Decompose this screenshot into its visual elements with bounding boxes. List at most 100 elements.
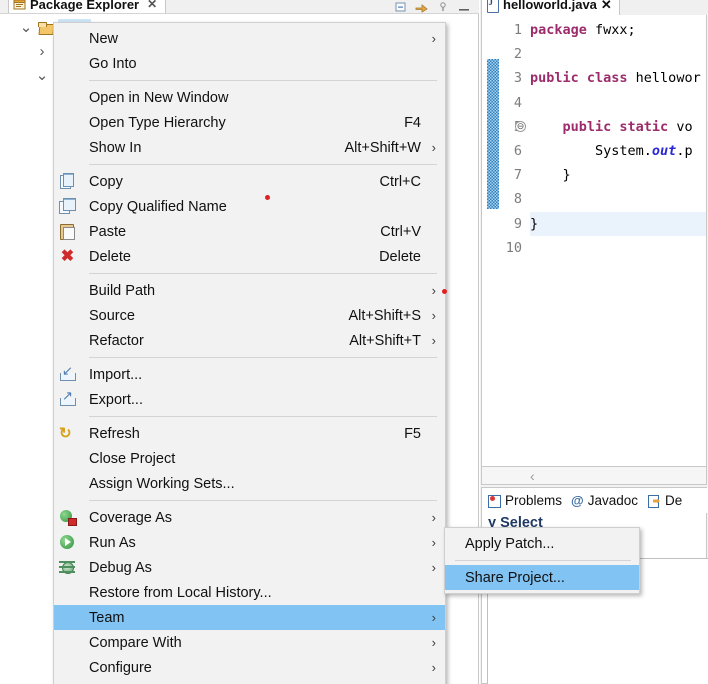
menu-item-close-project[interactable]: Close Project <box>54 446 445 471</box>
menu-item-label: Delete <box>89 248 131 265</box>
code-line[interactable]: public static vo <box>530 115 706 139</box>
code-line[interactable]: } <box>530 211 706 236</box>
context-menu[interactable]: New › Go Into Open in New Window Open Type H… <box>53 22 446 684</box>
chevron-down-icon[interactable] <box>34 67 50 83</box>
tab-problems[interactable]: Problems <box>487 493 562 508</box>
chevron-right-icon[interactable] <box>34 43 50 59</box>
chevron-right-icon: › <box>431 635 436 650</box>
menu-item-open-type-hierarchy[interactable]: Open Type Hierarchy F4 <box>54 110 445 135</box>
close-icon[interactable]: ✕ <box>601 0 612 13</box>
tab-javadoc[interactable]: @ Javadoc <box>571 493 638 508</box>
delete-icon <box>59 248 76 265</box>
view-menu-icon[interactable] <box>436 0 450 13</box>
menu-item-assign-working-sets[interactable]: Assign Working Sets... <box>54 471 445 496</box>
chevron-right-icon: › <box>431 140 436 155</box>
menu-item-label: Import... <box>89 366 143 383</box>
line-number: 1 <box>513 22 522 38</box>
code-line[interactable] <box>530 236 706 260</box>
code-text[interactable]: package fwxx; public class hellowor publ… <box>530 18 706 260</box>
menu-item-configure[interactable]: Configure › <box>54 655 445 680</box>
line-number: 9 <box>513 215 522 232</box>
scroll-left-icon[interactable]: ‹ <box>530 468 535 484</box>
cursor-dot <box>265 195 270 200</box>
code-line[interactable] <box>530 42 706 66</box>
chevron-down-icon[interactable] <box>18 19 34 35</box>
line-number: 7 <box>513 167 522 184</box>
menu-item-shortcut: Alt+Shift+S <box>348 307 421 324</box>
collapse-all-icon[interactable] <box>394 0 408 13</box>
menu-item-label: Paste <box>89 223 127 240</box>
menu-item-copy[interactable]: Copy Ctrl+C <box>54 169 445 194</box>
code-line[interactable] <box>530 91 706 115</box>
code-line[interactable]: } <box>530 163 706 187</box>
menu-item-label: Show In <box>89 139 142 156</box>
submenu-item-label: Share Project... <box>465 569 565 586</box>
menu-item-label: Go Into <box>89 55 137 72</box>
menu-item-paste[interactable]: Paste Ctrl+V <box>54 219 445 244</box>
menu-item-label: Refresh <box>89 425 140 442</box>
chevron-right-icon: › <box>431 510 436 525</box>
chevron-right-icon: › <box>431 31 436 46</box>
code-line[interactable]: package fwxx; <box>530 18 706 42</box>
debug-icon <box>59 559 76 576</box>
menu-item-shortcut: F4 <box>404 114 421 131</box>
line-number: 8 <box>513 191 522 208</box>
code-line[interactable] <box>530 187 706 211</box>
bottom-tab-bar: Problems @ Javadoc De <box>482 488 708 513</box>
menu-item-go-into[interactable]: Go Into <box>54 51 445 76</box>
menu-item-label: Debug As <box>89 559 152 576</box>
menu-item-coverage-as[interactable]: Coverage As › <box>54 505 445 530</box>
menu-item-shortcut: F5 <box>404 425 421 442</box>
menu-item-export[interactable]: Export... <box>54 387 445 412</box>
editor-horizontal-scrollbar[interactable]: ‹ <box>481 467 707 485</box>
import-icon <box>59 363 76 383</box>
menu-item-refresh[interactable]: Refresh F5 <box>54 421 445 446</box>
menu-item-refactor[interactable]: Refactor Alt+Shift+T › <box>54 328 445 353</box>
menu-item-label: Source <box>89 307 135 324</box>
menu-item-build-path[interactable]: Build Path › <box>54 278 445 303</box>
menu-item-team[interactable]: Team › <box>54 605 445 630</box>
menu-item-compare-with[interactable]: Compare With › <box>54 630 445 655</box>
tab-declaration[interactable]: De <box>647 493 682 508</box>
package-explorer-icon <box>13 0 26 11</box>
menu-item-show-in[interactable]: Show In Alt+Shift+W › <box>54 135 445 160</box>
at-icon: @ <box>571 493 584 508</box>
menu-item-debug-as[interactable]: Debug As › <box>54 555 445 580</box>
menu-item-label: Team <box>89 609 125 626</box>
code-line[interactable]: System.out.p <box>530 139 706 163</box>
menu-item-shortcut: Alt+Shift+T <box>349 332 421 349</box>
close-icon[interactable]: ✕ <box>147 0 157 11</box>
context-submenu-team[interactable]: Apply Patch... Share Project... <box>444 527 640 594</box>
submenu-item-apply-patch[interactable]: Apply Patch... <box>445 531 639 556</box>
fold-collapse-icon[interactable]: ⊖ <box>515 120 526 132</box>
menu-item-label: Restore from Local History... <box>89 584 272 601</box>
coverage-icon <box>59 509 77 526</box>
menu-item-new[interactable]: New › <box>54 26 445 51</box>
refresh-icon <box>59 425 76 442</box>
tab-helloworld-java[interactable]: helloworld.java ✕ <box>481 0 620 15</box>
menu-item-validate[interactable]: Validate <box>54 680 445 684</box>
menu-item-copy-qualified-name[interactable]: Copy Qualified Name <box>54 194 445 219</box>
menu-item-label: Close Project <box>89 450 176 467</box>
menu-separator <box>89 500 437 501</box>
code-line[interactable]: public class hellowor <box>530 66 706 90</box>
tab-label: Problems <box>505 493 563 508</box>
menu-item-source[interactable]: Source Alt+Shift+S › <box>54 303 445 328</box>
menu-item-run-as[interactable]: Run As › <box>54 530 445 555</box>
submenu-item-share-project[interactable]: Share Project... <box>445 565 639 590</box>
tab-package-explorer[interactable]: Package Explorer ✕ <box>8 0 167 13</box>
project-icon <box>38 20 54 35</box>
copy-qualified-icon <box>59 198 76 215</box>
link-with-editor-icon[interactable] <box>415 0 429 13</box>
menu-item-shortcut: Alt+Shift+W <box>344 139 421 156</box>
menu-item-label: Refactor <box>89 332 144 349</box>
menu-item-open-in-new-window[interactable]: Open in New Window <box>54 85 445 110</box>
code-editor[interactable]: 12345678910 package fwxx; public class h… <box>481 15 707 467</box>
menu-item-import[interactable]: Import... <box>54 362 445 387</box>
minimize-icon[interactable] <box>457 0 471 13</box>
editor-tab-bar: helloworld.java ✕ <box>480 0 708 15</box>
menu-item-restore-from-local-history[interactable]: Restore from Local History... <box>54 580 445 605</box>
chevron-right-icon: › <box>431 333 436 348</box>
menu-item-delete[interactable]: Delete Delete <box>54 244 445 269</box>
menu-item-label: Open Type Hierarchy <box>89 114 226 131</box>
